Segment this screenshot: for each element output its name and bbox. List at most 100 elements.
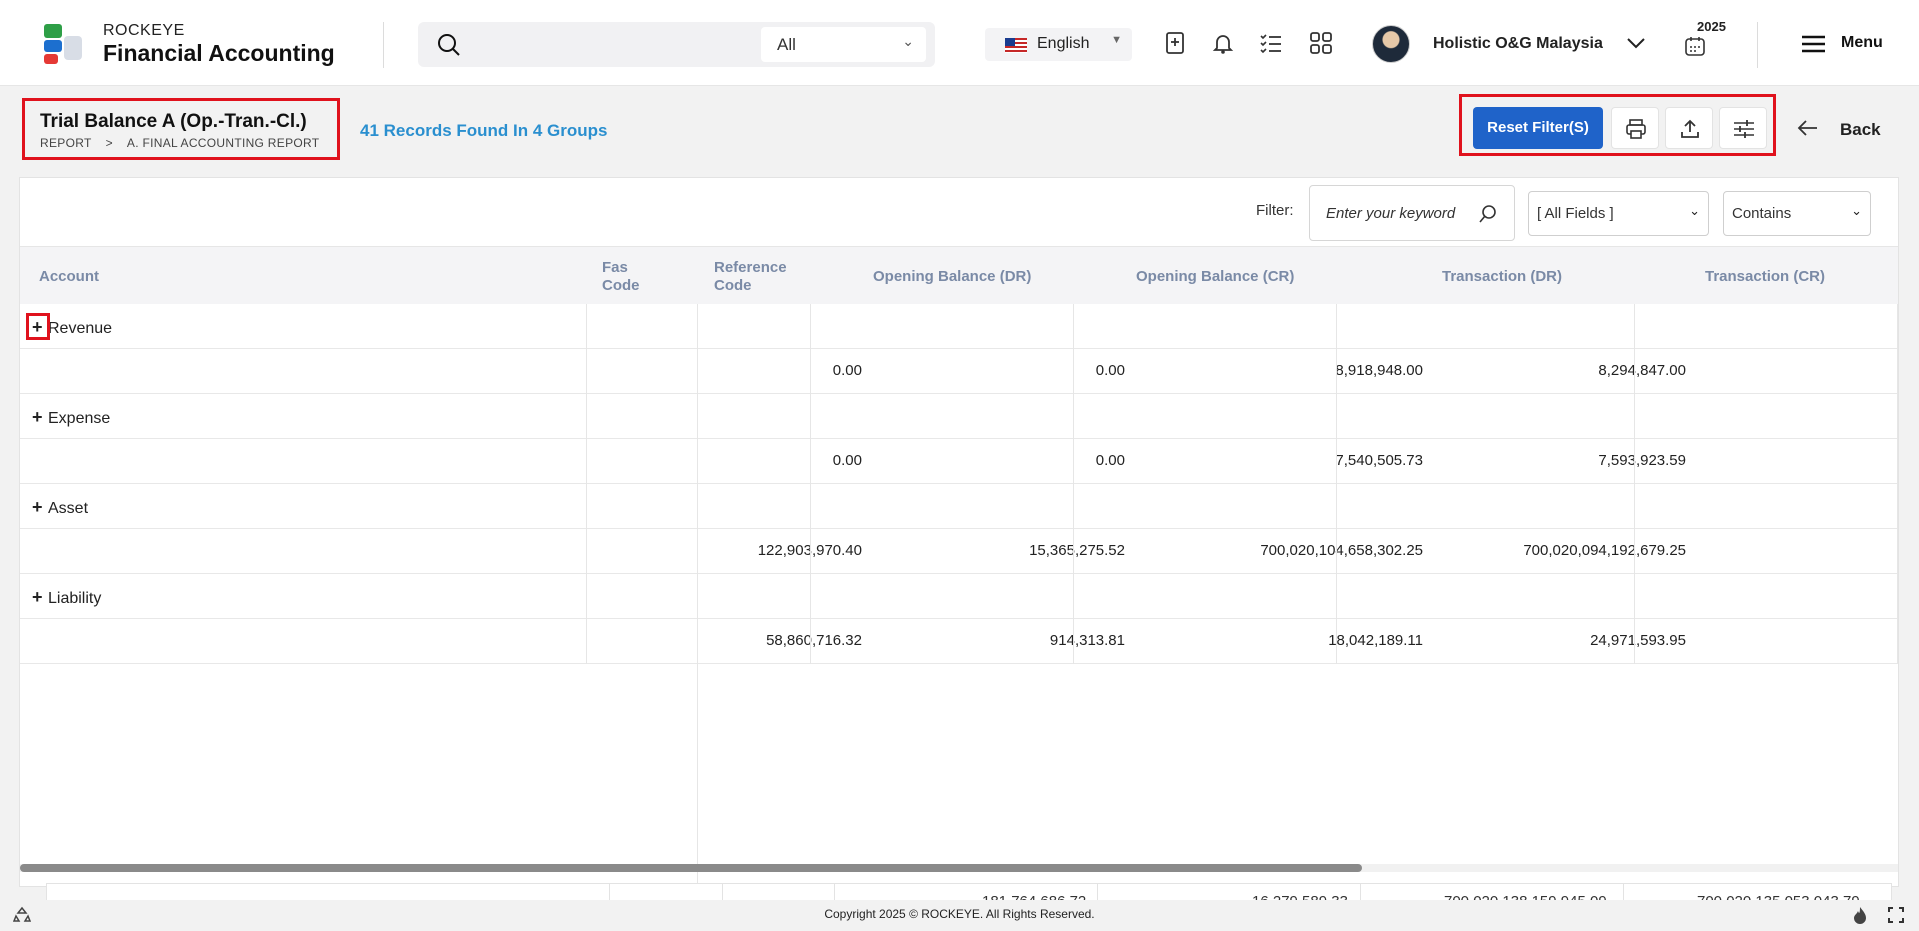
opening-dr-value: 58,860,716.32 [766,632,862,649]
column-settings-button[interactable] [1719,107,1767,149]
col-header-transaction-cr[interactable]: Transaction (CR) [1705,268,1825,286]
group-label: + Liability [32,587,101,608]
col-header-ref-line1: Reference [714,259,787,276]
fiscal-year: 2025 [1697,19,1726,34]
calendar-icon[interactable] [1684,35,1706,57]
grid-header: Account Fas Code Reference Code Opening Ba… [20,246,1898,304]
copyright-text: Copyright 2025 © ROCKEYE. All Rights Res… [824,907,1095,921]
chevron-down-icon[interactable] [1625,32,1647,54]
brand-name: ROCKEYE [103,22,185,39]
back-button[interactable]: Back [1840,120,1881,140]
page-title: Trial Balance A (Op.-Tran.-Cl.) [40,111,307,132]
divider [383,22,384,68]
highlight-box [26,313,50,340]
top-bar: ROCKEYE Financial Accounting All ⌄ Engli… [0,0,1919,86]
print-button[interactable] [1611,107,1659,149]
group-name: Revenue [48,320,113,337]
app-title: Financial Accounting [103,40,335,66]
search-scope-value: All [777,35,796,54]
chevron-down-icon: ⌄ [1851,203,1862,218]
records-count: 41 Records Found In 4 Groups [360,121,608,140]
transaction-dr-value: 7,540,505.73 [1335,452,1423,469]
plus-icon[interactable]: + [32,407,48,428]
transaction-cr-value: 700,020,094,192,679.25 [1523,542,1686,559]
breadcrumb-separator: > [105,136,113,150]
filter-operator-select[interactable]: Contains ⌄ [1723,191,1871,236]
company-name[interactable]: Holistic O&G Malaysia [1433,35,1603,53]
plus-icon[interactable]: + [32,497,48,518]
page-title-box: Trial Balance A (Op.-Tran.-Cl.) REPORT > A… [22,98,340,160]
group-summary-row: 58,860,716.32 914,313.81 18,042,189.11 2… [20,619,1898,664]
flame-icon[interactable] [1851,906,1869,924]
filter-label: Filter: [1256,202,1294,219]
transaction-cr-value: 8,294,847.00 [1598,362,1686,379]
filter-keyword-input[interactable]: Enter your keyword [1309,185,1515,241]
opening-cr-value: 914,313.81 [1049,632,1125,649]
breadcrumb-root[interactable]: REPORT [40,136,92,150]
transaction-dr-value: 700,020,104,658,302.25 [1260,542,1423,559]
checklist-icon[interactable] [1258,30,1284,56]
group-row-liability[interactable]: + Liability [20,574,1898,619]
app-root: ROCKEYE Financial Accounting All ⌄ Engli… [0,0,1919,931]
hamburger-menu-icon[interactable] [1801,34,1826,54]
reset-filters-button[interactable]: Reset Filter(S) [1473,107,1603,149]
search-scope-select[interactable]: All ⌄ [761,27,926,62]
group-row-asset[interactable]: + Asset [20,484,1898,529]
trial-balance-grid: Filter: Enter your keyword [ All Fields … [19,177,1899,887]
col-header-reference-code[interactable]: Reference Code [714,259,787,295]
group-row-revenue[interactable]: + Revenue [20,304,1898,349]
global-search[interactable]: All ⌄ [418,22,935,67]
printer-icon [1626,119,1646,139]
group-name: Expense [48,410,111,427]
group-label: + Asset [32,497,88,518]
col-header-fas-line2: Code [602,277,640,294]
rockeye-logo [44,24,82,64]
action-toolbar: Reset Filter(S) [1459,94,1776,156]
arrow-left-icon[interactable] [1797,118,1819,138]
menu-button[interactable]: Menu [1841,34,1883,52]
avatar[interactable] [1372,25,1410,63]
search-icon[interactable] [1478,204,1498,224]
language-value: English [1037,35,1090,52]
language-select[interactable]: English ▼ [985,28,1132,61]
caret-down-icon: ▼ [1111,34,1122,46]
plus-icon[interactable]: + [32,587,48,608]
group-name: Asset [48,500,89,517]
group-row-expense[interactable]: + Expense [20,394,1898,439]
filter-field-value: [ All Fields ] [1537,205,1614,222]
col-header-opening-cr[interactable]: Opening Balance (CR) [1136,268,1294,286]
divider [1757,22,1758,68]
bell-icon[interactable] [1210,30,1236,56]
breadcrumb-leaf[interactable]: A. FINAL ACCOUNTING REPORT [127,136,320,150]
us-flag-icon [1005,38,1027,53]
col-header-transaction-dr[interactable]: Transaction (DR) [1442,268,1562,286]
transaction-cr-value: 7,593,923.59 [1598,452,1686,469]
bookmark-add-icon[interactable] [1162,30,1188,56]
export-button[interactable] [1665,107,1713,149]
column-divider [697,304,698,886]
column-divider [810,304,811,664]
group-label: + Expense [32,407,110,428]
opening-dr-value: 0.00 [832,452,862,469]
column-divider [1634,304,1635,664]
fullscreen-icon[interactable] [1887,906,1905,924]
filter-field-select[interactable]: [ All Fields ] ⌄ [1528,191,1709,236]
group-summary-row: 122,903,970.40 15,365,275.52 700,020,104… [20,529,1898,574]
column-divider [1897,304,1898,664]
opening-cr-value: 15,365,275.52 [1029,542,1125,559]
col-header-fas-code[interactable]: Fas Code [602,259,640,295]
group-name: Liability [48,590,102,607]
search-icon [438,34,460,56]
column-divider [1336,304,1337,664]
breadcrumb: REPORT > A. FINAL ACCOUNTING REPORT [40,136,319,150]
opening-cr-value: 0.00 [1095,362,1125,379]
chevron-down-icon: ⌄ [902,33,914,49]
col-header-account[interactable]: Account [39,268,99,286]
apps-grid-icon[interactable] [1308,30,1334,56]
horizontal-scrollbar-thumb[interactable] [20,864,1362,872]
transaction-dr-value: 8,918,948.00 [1335,362,1423,379]
chevron-down-icon: ⌄ [1689,203,1700,218]
col-header-opening-dr[interactable]: Opening Balance (DR) [873,268,1031,286]
footer: Copyright 2025 © ROCKEYE. All Rights Res… [0,900,1919,931]
opening-cr-value: 0.00 [1095,452,1125,469]
